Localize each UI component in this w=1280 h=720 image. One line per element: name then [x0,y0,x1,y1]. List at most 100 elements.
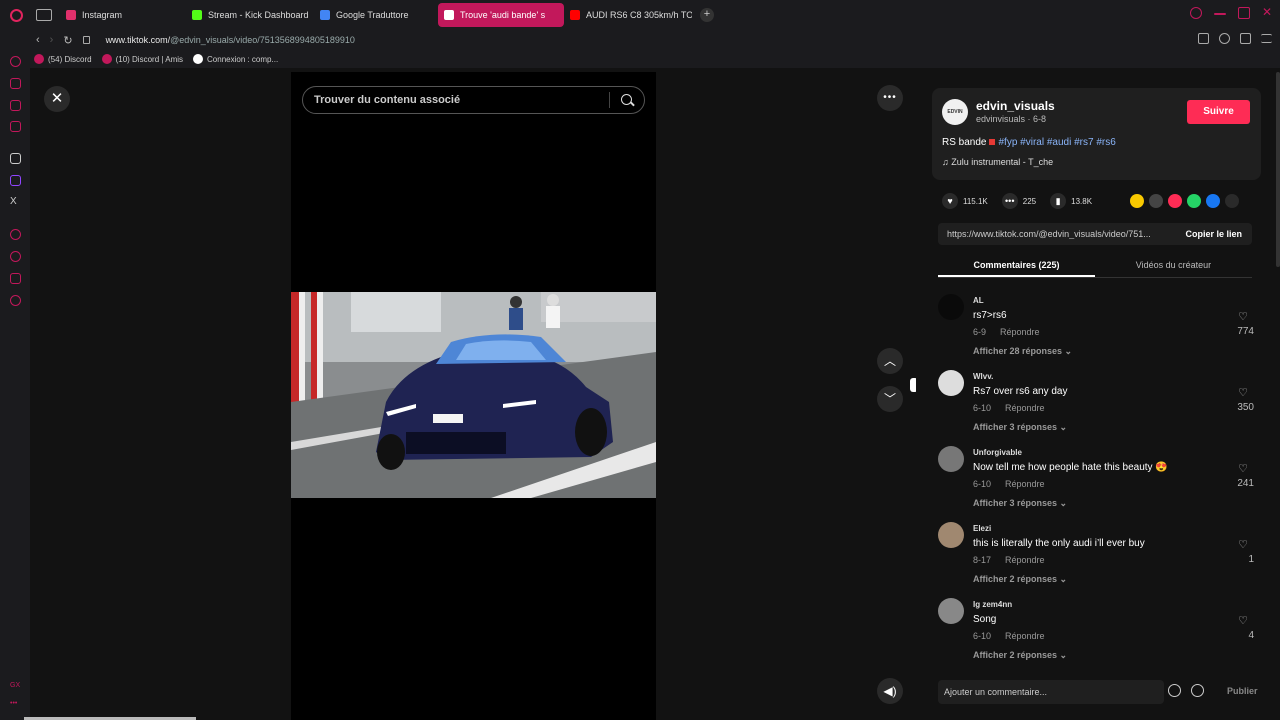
emoji-icon[interactable] [1191,684,1204,697]
avatar[interactable] [938,522,964,548]
facebook-icon[interactable] [1206,194,1220,208]
twitch-icon[interactable] [10,175,21,186]
instagram-sidebar-icon[interactable] [10,121,21,132]
heart-icon[interactable]: ♡ [1236,462,1250,475]
more-icon[interactable]: ••• [877,85,903,111]
hashtags[interactable]: #fyp #viral #audi #rs7 #rs6 [998,137,1115,148]
reply-button[interactable]: Répondre [1005,403,1045,413]
video-thumbnail[interactable] [291,292,656,498]
tab-tiktok[interactable]: Trouve 'audi bande' s [438,3,564,27]
heart-icon: ♥ [942,193,958,209]
comment-author[interactable]: Wlvv. [973,372,993,381]
new-tab-button[interactable]: + [700,8,714,22]
panel-tabs: Commentaires (225) Vidéos du créateur [938,256,1252,278]
avatar[interactable] [938,598,964,624]
chevron-down-icon[interactable]: ﹀ [877,386,903,412]
avatar[interactable] [938,294,964,320]
profile-icon[interactable] [1219,33,1230,44]
chevron-up-icon[interactable]: ︿ [877,348,903,374]
tab-kick[interactable]: Stream - Kick Dashboard [186,3,314,27]
reply-button[interactable]: Répondre [1005,479,1045,489]
x-icon[interactable]: X [10,197,21,208]
tab-islands-icon[interactable] [36,9,52,21]
video-link[interactable]: https://www.tiktok.com/@edvin_visuals/vi… [938,229,1175,239]
comment-author[interactable]: Elezi [973,524,991,533]
reply-button[interactable]: Répondre [1005,631,1045,641]
creator-avatar[interactable]: EDVIN [942,99,968,125]
save-stat[interactable]: ▮ 13.8K [1050,193,1092,209]
share-arrow-icon[interactable] [1225,194,1239,208]
embed-icon[interactable] [1149,194,1163,208]
comment-author[interactable]: Unforgivable [973,448,1022,457]
send-icon[interactable] [1168,194,1182,208]
search-icon[interactable] [610,86,644,114]
comment-stat[interactable]: ••• 225 [1001,193,1036,209]
extensions-sidebar-icon[interactable] [10,273,21,284]
extensions-icon[interactable] [1198,33,1209,44]
coin-icon[interactable] [1130,194,1144,208]
tab-creator-videos[interactable]: Vidéos du créateur [1095,256,1252,277]
back-icon[interactable]: ‹ [36,34,40,47]
music-track[interactable]: ♫ Zulu instrumental - T_che [942,157,1053,167]
comment-author[interactable]: AL [973,296,984,305]
show-replies-button[interactable]: Afficher 2 réponses ⌄ [973,650,1067,661]
bookmark-discord-amis[interactable]: (10) Discord | Amis [101,54,183,64]
opera-menu-button[interactable] [0,0,32,30]
close-icon[interactable]: ✕ [44,86,70,112]
whatsapp-icon[interactable] [1187,194,1201,208]
scrollbar[interactable] [1276,72,1280,267]
search-input[interactable]: Trouver du contenu associé [303,94,609,106]
download-icon[interactable] [1240,33,1251,44]
comment-item: Unforgivable Now tell me how people hate… [938,442,1258,518]
url-field[interactable]: www.tiktok.com/@edvin_visuals/video/7513… [106,35,355,45]
add-comment-input[interactable]: Ajouter un commentaire... [938,680,1164,704]
like-stat[interactable]: ♥ 115.1K [942,193,988,209]
volume-icon[interactable]: ◀) [877,678,903,704]
reload-icon[interactable]: ↻ [63,34,72,47]
heart-icon[interactable]: ♡ [1236,614,1250,627]
mention-icon[interactable] [1168,684,1181,697]
search-tabs-icon[interactable] [1190,7,1202,19]
show-replies-button[interactable]: Afficher 3 réponses ⌄ [973,422,1067,433]
avatar[interactable] [938,370,964,396]
minimize-icon[interactable] [1214,13,1226,15]
search-bar[interactable]: Trouver du contenu associé [302,86,645,114]
settings-icon[interactable] [10,295,21,306]
tab-youtube[interactable]: AUDI RS6 C8 305km/h TO [564,3,692,27]
gx-control-icon[interactable] [10,56,21,67]
tab-comments[interactable]: Commentaires (225) [938,256,1095,277]
twitch-sidebar-icon[interactable] [10,100,21,111]
follow-button[interactable]: Suivre [1187,100,1250,124]
bookmark-discord[interactable]: (54) Discord [34,54,92,64]
history-icon[interactable] [10,251,21,262]
bookmark-connexion[interactable]: Connexion : comp... [193,54,278,64]
heart-icon[interactable]: ♡ [1236,386,1250,399]
forward-icon[interactable]: › [50,34,54,47]
close-window-icon[interactable]: ✕ [1262,6,1274,19]
heart-icon[interactable]: ♡ [1236,310,1250,323]
comment-meta: 6-9 Répondre [973,327,1040,337]
maximize-icon[interactable] [1238,7,1250,19]
tab-instagram[interactable]: Instagram [60,3,186,27]
more-sidebar-icon[interactable]: ••• [10,700,17,707]
share-buttons [1130,194,1239,208]
tab-google-translate[interactable]: Google Traduttore [314,3,438,27]
publish-button[interactable]: Publier [1227,686,1258,696]
avatar[interactable] [938,446,964,472]
show-replies-button[interactable]: Afficher 28 réponses ⌄ [973,346,1072,357]
gx-corner-icon[interactable] [10,78,21,89]
menu-icon[interactable] [1261,34,1272,43]
comment-author[interactable]: Ig zem4nn [973,600,1012,609]
heart-icon[interactable]: ♡ [1236,538,1250,551]
copy-link-button[interactable]: Copier le lien [1175,229,1252,239]
comment-date: 8-17 [973,555,992,565]
creator-username[interactable]: edvin_visuals [976,99,1055,113]
comment-like-count: 774 [1237,326,1254,337]
reply-button[interactable]: Répondre [1005,555,1045,565]
comment-like-count: 1 [1248,554,1254,565]
player-icon[interactable] [10,229,21,240]
show-replies-button[interactable]: Afficher 3 réponses ⌄ [973,498,1067,509]
show-replies-button[interactable]: Afficher 2 réponses ⌄ [973,574,1067,585]
reply-button[interactable]: Répondre [1000,327,1040,337]
tiktok-sidebar-icon[interactable] [10,153,21,164]
